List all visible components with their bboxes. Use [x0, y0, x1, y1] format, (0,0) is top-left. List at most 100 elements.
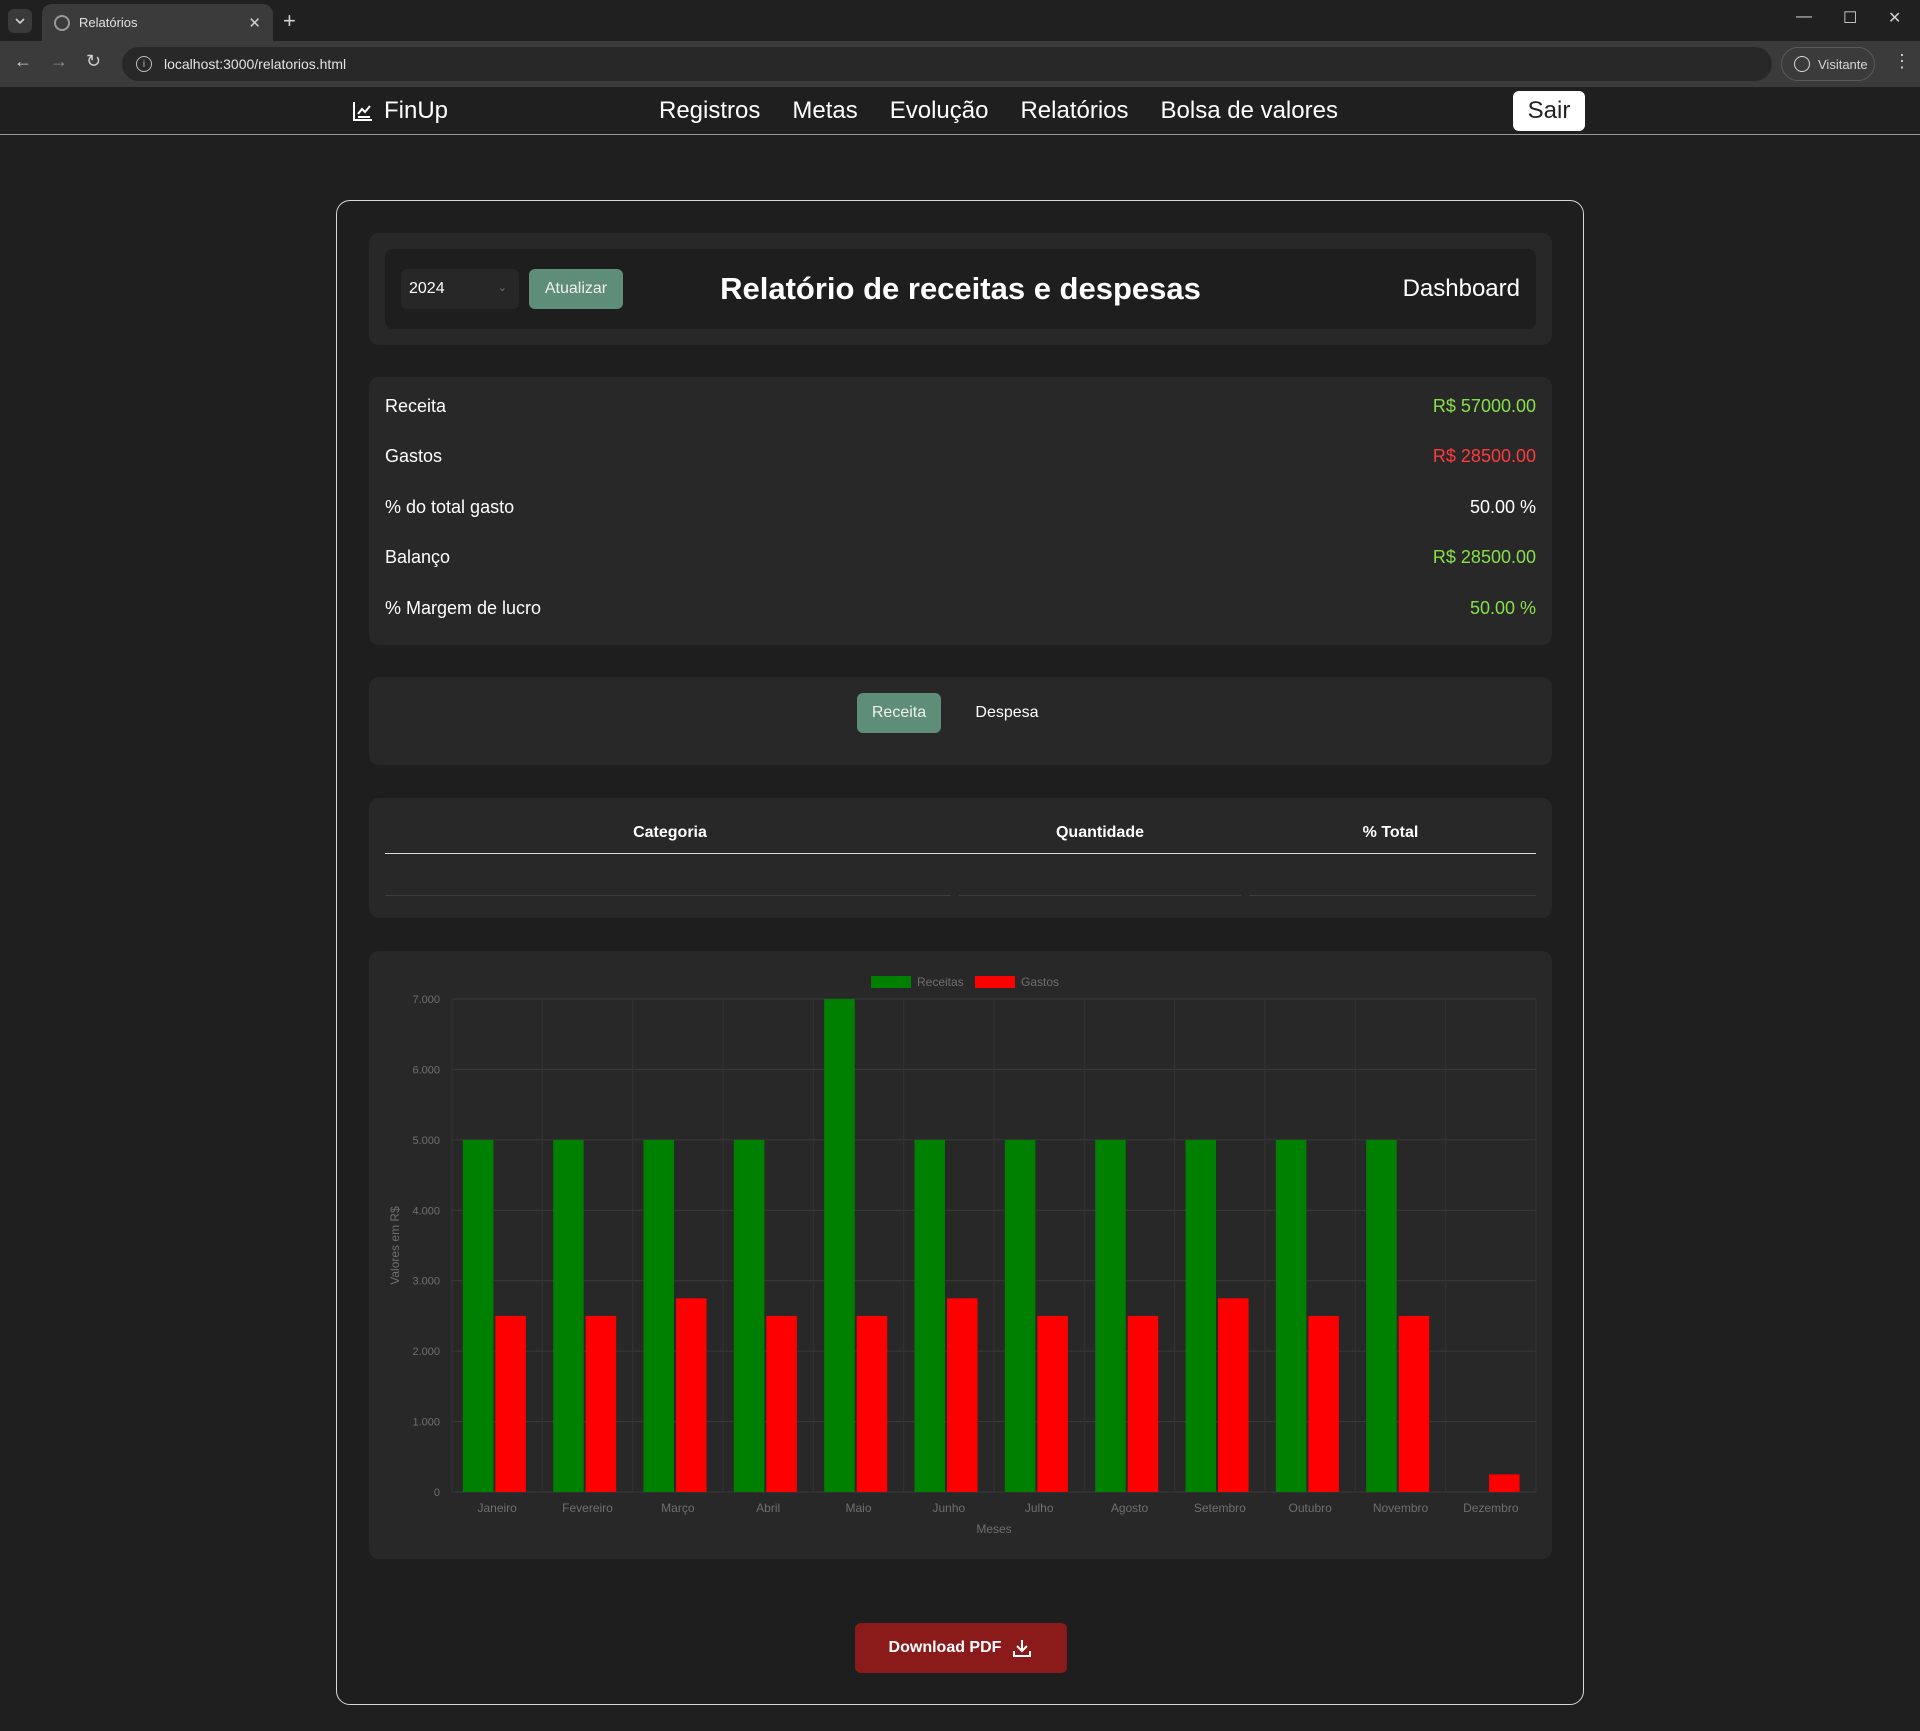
summary-label: % Margem de lucro [385, 597, 542, 618]
tab-despesa[interactable]: Despesa [965, 693, 1049, 733]
monthly-chart-card: 0 1.000 2.000 3.000 4.000 5.000 6.000 7.000 Jane… [369, 951, 1552, 1559]
x-tick-label: Novembro [1373, 1501, 1429, 1515]
x-tick-label: Setembro [1194, 1501, 1246, 1515]
legend-swatch [871, 976, 911, 988]
tab-title: Relatórios [79, 15, 138, 30]
y-axis-title: Valores em R$ [388, 1206, 402, 1285]
x-tick-label: Março [661, 1501, 695, 1515]
column-header-categoria: Categoria [633, 824, 707, 841]
y-tick-label: 4.000 [412, 1205, 440, 1217]
back-icon[interactable]: ← [14, 51, 32, 72]
bar-receitas [643, 1139, 675, 1492]
x-tick-label: Abril [756, 1501, 780, 1515]
site-info-icon[interactable]: i [136, 56, 152, 72]
nav-metas[interactable]: Metas [792, 97, 857, 125]
table-row-divider [1249, 895, 1536, 896]
bar-gastos [1308, 1315, 1339, 1492]
bar-gastos [495, 1315, 526, 1492]
summary-label: % do total gasto [385, 496, 515, 517]
browser-tab[interactable]: Relatórios ✕ [42, 4, 273, 41]
maximize-icon[interactable]: ☐ [1843, 8, 1857, 28]
nav-relatorios[interactable]: Relatórios [1020, 97, 1128, 125]
bar-gastos [1218, 1298, 1249, 1492]
x-tick-label: Dezembro [1463, 1501, 1519, 1515]
x-tick-label: Julho [1025, 1501, 1054, 1515]
summary-row-percent-spent: % do total gasto 50.00 % [385, 492, 1536, 522]
summary-row-margin: % Margem de lucro 50.00 % [385, 593, 1536, 623]
nav-bolsa-de-valores[interactable]: Bolsa de valores [1161, 97, 1338, 125]
x-tick-label: Maio [845, 1501, 871, 1515]
bar-gastos [1127, 1315, 1159, 1492]
x-tick-label: Janeiro [477, 1501, 517, 1515]
legend-swatch [975, 976, 1015, 988]
table-header: Categoria Quantidade % Total [385, 818, 1536, 854]
new-tab-button[interactable]: + [283, 8, 296, 34]
table-row-divider [385, 895, 951, 896]
bar-gastos [856, 1315, 888, 1492]
y-tick-label: 2.000 [412, 1346, 440, 1358]
column-header-quantidade: Quantidade [1055, 824, 1144, 841]
y-tick-label: 0 [434, 1487, 440, 1499]
report-container: 2024 ⌄ Atualizar Relatório de receitas e… [336, 200, 1584, 1705]
summary-value: R$ 57000.00 [1432, 395, 1536, 416]
bar-receitas [914, 1139, 946, 1492]
bar-gastos [676, 1298, 707, 1492]
minimize-icon[interactable]: — [1796, 8, 1812, 26]
y-tick-label: 3.000 [412, 1276, 440, 1288]
bar-receitas [553, 1139, 584, 1492]
summary-row-gastos: Gastos R$ 28500.00 [385, 441, 1536, 471]
profile-icon [1794, 56, 1810, 72]
address-bar[interactable]: i localhost:3000/relatorios.html [122, 47, 1772, 81]
profile-label: Visitante [1818, 56, 1868, 72]
nav-evolucao[interactable]: Evolução [890, 97, 989, 125]
category-table: Categoria Quantidade % Total [369, 798, 1552, 918]
summary-label: Receita [385, 395, 447, 416]
tab-receita[interactable]: Receita [857, 693, 941, 733]
profile-button[interactable]: Visitante [1781, 47, 1875, 81]
dashboard-link[interactable]: Dashboard [1403, 275, 1520, 303]
page-title: Relatório de receitas e despesas [720, 271, 1201, 306]
tab-search-button[interactable] [8, 9, 32, 33]
bar-receitas [1095, 1139, 1126, 1492]
close-window-icon[interactable]: ✕ [1888, 8, 1901, 28]
chevron-down-icon [15, 18, 25, 25]
summary-row-receita: Receita R$ 57000.00 [385, 391, 1536, 421]
bar-receitas [1275, 1139, 1307, 1492]
forward-icon[interactable]: → [50, 51, 68, 72]
summary-value: R$ 28500.00 [1432, 445, 1536, 466]
brand[interactable]: FinUp [352, 97, 448, 125]
y-tick-label: 1.000 [412, 1417, 440, 1429]
bar-gastos [1398, 1315, 1430, 1492]
browser-menu-icon[interactable]: ⋮ [1893, 51, 1911, 72]
close-tab-icon[interactable]: ✕ [248, 14, 261, 32]
browser-tab-bar: Relatórios ✕ + — ☐ ✕ [0, 0, 1920, 41]
monthly-bar-chart: 0 1.000 2.000 3.000 4.000 5.000 6.000 7.000 Jane… [388, 975, 1537, 1536]
y-tick-label: 6.000 [412, 1064, 440, 1076]
brand-name: FinUp [384, 97, 449, 124]
globe-icon [54, 14, 70, 31]
type-tabs-card: Receita Despesa [369, 677, 1552, 765]
y-tick-label: 7.000 [412, 994, 440, 1006]
reload-icon[interactable]: ↻ [86, 51, 101, 72]
bar-receitas [733, 1139, 765, 1492]
bar-gastos [1037, 1315, 1068, 1492]
url-text: localhost:3000/relatorios.html [164, 56, 347, 72]
table-row-divider [959, 895, 1241, 896]
summary-value: 50.00 % [1469, 496, 1536, 517]
x-tick-label: Agosto [1111, 1501, 1149, 1515]
nav-registros[interactable]: Registros [659, 97, 760, 125]
bar-receitas [1185, 1139, 1217, 1492]
summary-value: 50.00 % [1469, 597, 1536, 618]
summary-card: Receita R$ 57000.00 Gastos R$ 28500.00 %… [369, 377, 1552, 645]
legend-label: Receitas [917, 975, 964, 989]
browser-toolbar: ← → ↻ i localhost:3000/relatorios.html V… [0, 41, 1920, 87]
site-header: FinUp Registros Metas Evolução Relatório… [0, 87, 1920, 135]
logout-button[interactable]: Sair [1513, 91, 1585, 131]
chart-line-icon [353, 102, 372, 121]
legend-label: Gastos [1021, 975, 1059, 989]
download-pdf-button[interactable]: Download PDF [855, 1623, 1067, 1673]
summary-label: Balanço [385, 546, 451, 567]
bar-receitas [462, 1139, 494, 1492]
bar-gastos [1489, 1474, 1520, 1492]
bar-receitas [1366, 1139, 1397, 1492]
